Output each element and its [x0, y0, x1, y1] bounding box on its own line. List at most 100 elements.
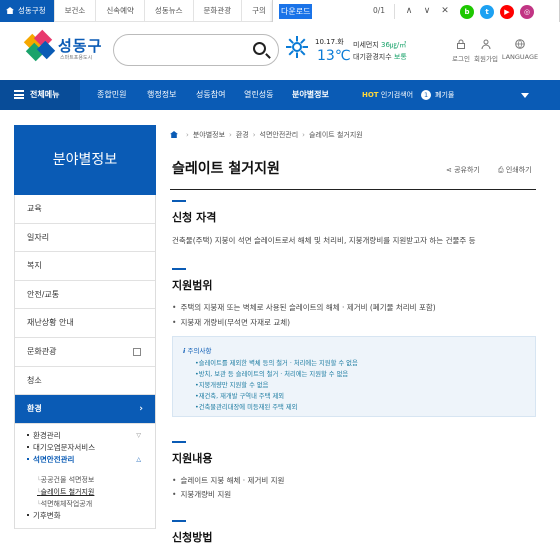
weather-date: 10.17.화 [315, 38, 344, 46]
nav-item-admin[interactable]: 행정정보 [147, 80, 176, 110]
hot-keyword[interactable]: 폐기물 [435, 91, 454, 99]
hot-label: HOT [362, 91, 379, 99]
list-item: 지붕재 개량비(무석면 자재로 교체) [172, 317, 290, 328]
find-next-button[interactable]: ∨ [421, 5, 433, 17]
logo-icon[interactable] [23, 29, 56, 62]
breadcrumb-item[interactable]: 석면안전관리 [260, 131, 299, 139]
hot-rank: 1 [421, 90, 432, 100]
section-title: 지원범위 [172, 268, 213, 292]
sidebar-menu: 교육 일자리 복지 안전/교통 재난상황 안내 문화관광 청소 환경 › 환경관리… [14, 195, 156, 529]
print-button[interactable]: ⎙ 인쇄하기 [498, 165, 532, 175]
sidebar-item-culture[interactable]: 문화관광 [15, 338, 155, 367]
bullet [27, 513, 29, 516]
submenu-label: 대기오염문자서비스 [33, 442, 96, 452]
notice-item: 건축물관리대장에 미등재된 주택 제외 [195, 402, 298, 411]
all-menu-label: 전체메뉴 [30, 90, 60, 99]
sidebar-item-label: 환경 [27, 404, 42, 414]
hot-text: 인기검색어 [380, 91, 414, 99]
lock-icon [457, 39, 465, 49]
list-item: 주택의 지붕재 또는 벽체로 사용된 슬레이트의 해체 · 제거비 (폐기물 처… [172, 302, 435, 313]
logo-subtitle: 스마트포용도시 [60, 55, 93, 61]
sidebar-item-welfare[interactable]: 복지 [15, 252, 155, 281]
chevron-up-icon: △ [136, 455, 141, 463]
twitter-icon[interactable]: t [480, 5, 494, 19]
notice-title: 주의사항 [183, 345, 212, 355]
sidebar-item-environment[interactable]: 환경 › [15, 395, 155, 424]
print-label: 인쇄하기 [505, 166, 532, 174]
nav-item-civil[interactable]: 종합민원 [97, 80, 126, 110]
air-value: 보통 [393, 53, 407, 61]
logo-text[interactable]: 성동구 [58, 35, 102, 56]
sidebar-item-disaster[interactable]: 재난상황 안내 [15, 309, 155, 338]
page-title: 슬레이트 철거지원 [172, 161, 280, 177]
find-input[interactable]: 다운로드 [279, 4, 313, 19]
notice-item: 재건축, 재개발 구역내 주택 제외 [195, 391, 284, 400]
submenu-item-slate-support[interactable]: 슬레이트 철거지원 [15, 486, 155, 498]
notice-item: 지붕개량만 지원할 수 없음 [195, 380, 269, 389]
find-prev-button[interactable]: ∧ [403, 5, 415, 17]
sunny-weather-icon [286, 36, 308, 58]
breadcrumb-item[interactable]: 분야별정보 [193, 131, 225, 139]
chevron-down-icon[interactable] [521, 93, 529, 98]
submenu-item-asbestos-work[interactable]: 석면해체작업공개 [15, 498, 155, 510]
submenu-label: 기후변화 [33, 510, 61, 520]
fine-dust-status: 미세먼지 36㎍/㎥ [353, 40, 406, 50]
chevron-down-icon: ▽ [136, 431, 141, 439]
submenu-item-climate[interactable]: 기후변화 [15, 510, 155, 522]
search-icon[interactable] [253, 42, 266, 55]
tab-seongdong[interactable]: 성동구청 [0, 0, 55, 22]
bullet [27, 457, 29, 460]
sidebar-item-cleaning[interactable]: 청소 [15, 367, 155, 396]
find-close-button[interactable]: ✕ [439, 5, 451, 17]
submenu-item-air-sms[interactable]: 대기오염문자서비스 [15, 442, 155, 454]
sun-core [292, 42, 302, 52]
submenu-item-asbestos[interactable]: 석면안전관리 △ [15, 454, 155, 466]
weather-temperature: 13℃ [317, 48, 351, 64]
dust-value: 36㎍/㎥ [381, 41, 407, 49]
external-link-icon [133, 347, 141, 356]
share-label: 공유하기 [454, 166, 480, 174]
print-icon: ⎙ [498, 166, 504, 174]
breadcrumb-item[interactable]: 슬레이트 철거지원 [309, 131, 363, 139]
tab-news[interactable]: 성동뉴스 [145, 0, 194, 22]
nav-item-field-info[interactable]: 분야별정보 [292, 80, 329, 110]
tab-reservation[interactable]: 신속예약 [96, 0, 145, 22]
share-icon: ⋖ [446, 166, 452, 174]
section-text: 건축물(주택) 지붕이 석면 슬레이트로서 해체 및 처리비, 지붕개량비를 지… [172, 236, 476, 245]
dust-label: 미세먼지 [353, 41, 379, 49]
search-input[interactable] [113, 34, 279, 66]
section-title: 신청방법 [172, 520, 213, 544]
home-icon [6, 7, 14, 14]
chevron-right-icon: › [139, 404, 143, 415]
all-menu-button[interactable]: 전체메뉴 [0, 80, 80, 110]
breadcrumb-item[interactable]: 환경 [236, 131, 249, 139]
submenu-item-env-management[interactable]: 환경관리 ▽ [15, 430, 155, 442]
hot-keywords[interactable]: HOT 인기검색어 1 폐기물 [362, 80, 454, 110]
list-item: 지붕개량비 지원 [172, 489, 231, 500]
youtube-icon[interactable]: ▶ [500, 5, 514, 19]
blog-icon[interactable]: b [460, 5, 474, 19]
sidebar-item-label: 문화관광 [27, 346, 57, 356]
tab-health[interactable]: 보건소 [55, 0, 97, 22]
instagram-icon[interactable]: ◎ [520, 5, 534, 19]
section-title: 지원내용 [172, 441, 213, 465]
notice-item: 슬레이트를 제외한 벽체 등의 철거 · 처리에는 지원할 수 없음 [195, 358, 358, 367]
sidebar-item-education[interactable]: 교육 [15, 195, 155, 224]
tab-label: 성동구청 [18, 6, 46, 15]
find-count: 0/1 [373, 6, 386, 15]
bullet [27, 445, 29, 448]
tab-culture[interactable]: 문화관광 [194, 0, 243, 22]
sidebar-item-jobs[interactable]: 일자리 [15, 224, 155, 253]
share-button[interactable]: ⋖ 공유하기 [446, 165, 480, 175]
nav-item-open[interactable]: 열린성동 [244, 80, 273, 110]
nav-item-participation[interactable]: 성동참여 [196, 80, 225, 110]
sidebar-submenu: 환경관리 ▽ 대기오염문자서비스 석면안전관리 △ 공공건물 석면정보 슬레이트 철… [15, 423, 155, 529]
submenu-label: 석면안전관리 [33, 454, 75, 464]
language-link[interactable]: LANGUAGE [499, 39, 541, 61]
find-in-page-bar: 다운로드 0/1 ∧ ∨ ✕ [272, 0, 560, 24]
language-label: LANGUAGE [501, 53, 539, 61]
submenu-item-public-asbestos[interactable]: 공공건물 석면정보 [15, 474, 155, 486]
home-icon[interactable] [170, 131, 178, 138]
sidebar-item-safety[interactable]: 안전/교통 [15, 281, 155, 310]
air-quality-status: 대기환경지수 보통 [353, 52, 407, 62]
